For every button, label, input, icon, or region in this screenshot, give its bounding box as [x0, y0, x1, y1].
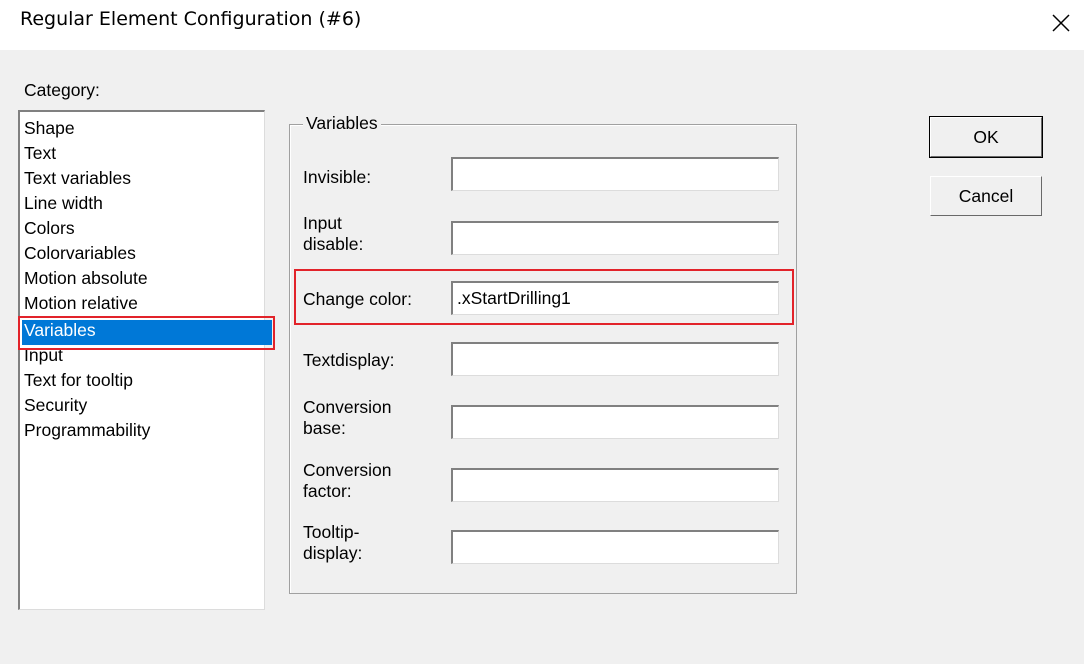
ok-button[interactable]: OK [929, 116, 1043, 158]
textdisplay-label: Textdisplay: [303, 350, 395, 370]
variables-group-title: Variables [303, 113, 381, 134]
invisible-input[interactable] [451, 157, 779, 191]
input-disable-input[interactable] [451, 221, 779, 255]
list-item-security[interactable]: Security [22, 395, 276, 420]
input-disable-label: Input disable: [303, 213, 364, 254]
list-item-shape[interactable]: Shape [22, 118, 276, 143]
category-label: Category: [24, 80, 100, 100]
change-color-input[interactable]: .xStartDrilling1 [451, 281, 779, 315]
conversion-factor-input[interactable] [451, 468, 779, 502]
list-item-line-width[interactable]: Line width [22, 193, 276, 218]
list-item-variables[interactable]: Variables [22, 320, 272, 345]
change-color-label: Change color: [303, 289, 412, 309]
conversion-base-label: Conversion base: [303, 397, 392, 438]
list-item-programmability[interactable]: Programmability [22, 420, 276, 445]
textdisplay-input[interactable] [451, 342, 779, 376]
list-item-motion-relative[interactable]: Motion relative [22, 293, 276, 318]
conversion-base-input[interactable] [451, 405, 779, 439]
invisible-label: Invisible: [303, 167, 372, 187]
list-item-text-variables[interactable]: Text variables [22, 168, 276, 193]
cancel-button[interactable]: Cancel [930, 176, 1042, 216]
category-list[interactable]: Shape Text Text variables Line width Col… [18, 110, 272, 610]
list-item-colorvariables[interactable]: Colorvariables [22, 243, 276, 268]
list-item-text-for-tooltip[interactable]: Text for tooltip [22, 370, 276, 395]
list-item-input[interactable]: Input [22, 345, 276, 370]
list-item-colors[interactable]: Colors [22, 218, 276, 243]
ok-button-label: OK [973, 126, 999, 147]
list-item-motion-absolute[interactable]: Motion absolute [22, 268, 276, 293]
window-title: Regular Element Configuration (#6) [20, 8, 362, 30]
title-bar: Regular Element Configuration (#6) [0, 0, 1084, 50]
conversion-factor-label: Conversion factor: [303, 460, 392, 501]
close-button[interactable] [1044, 6, 1078, 40]
close-icon [1052, 14, 1070, 32]
list-item-text[interactable]: Text [22, 143, 276, 168]
tooltip-display-label: Tooltip- display: [303, 522, 363, 563]
tooltip-display-input[interactable] [451, 530, 779, 564]
cancel-button-label: Cancel [958, 185, 1014, 206]
